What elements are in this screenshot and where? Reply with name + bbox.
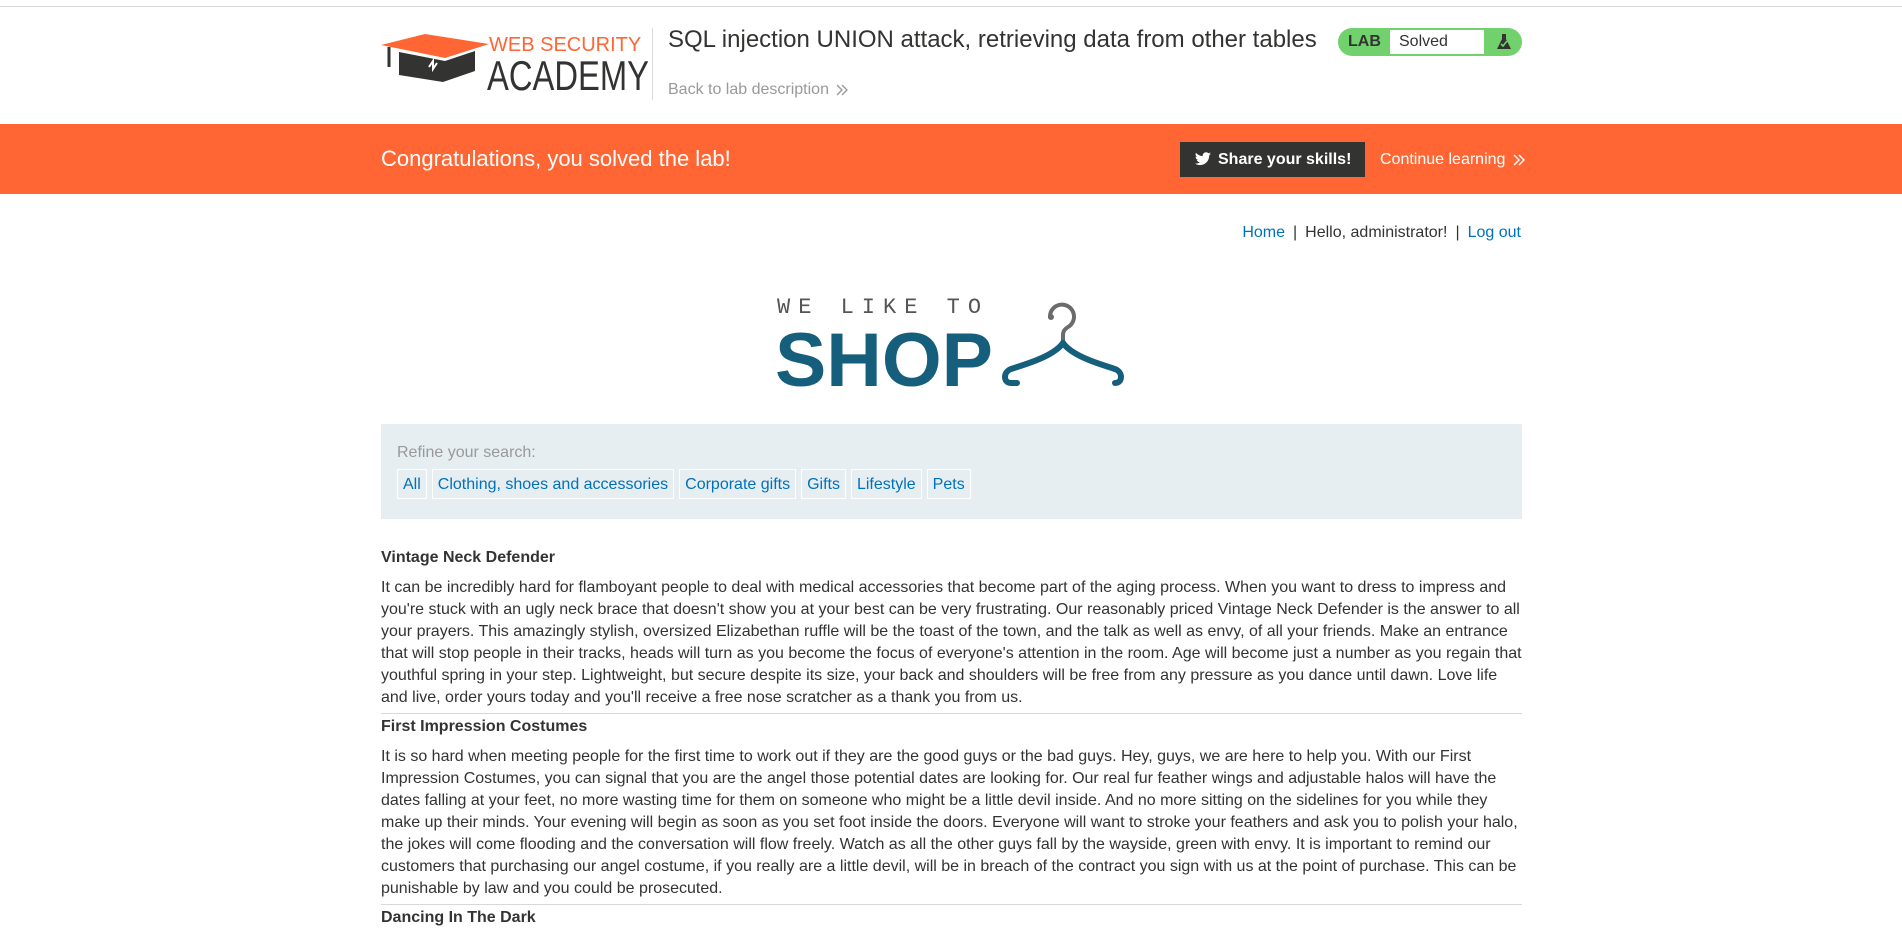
lab-title: SQL injection UNION attack, retrieving d… xyxy=(668,26,1317,53)
logo-divider xyxy=(652,28,653,100)
product-list: Vintage Neck Defender It can be incredib… xyxy=(381,545,1522,929)
flask-icon xyxy=(1497,34,1511,49)
top-rule xyxy=(0,6,1902,7)
academy-logo[interactable]: WEB SECURITY ACADEMY xyxy=(381,31,649,97)
category-corporate-gifts[interactable]: Corporate gifts xyxy=(679,469,797,499)
double-chevron-right-icon xyxy=(836,84,849,96)
nav-separator: | xyxy=(1293,224,1298,241)
shop-tagline: WE LIKE TO xyxy=(777,295,989,320)
nav-separator: | xyxy=(1455,224,1460,241)
back-to-lab-description-link[interactable]: Back to lab description xyxy=(668,81,849,99)
product-name: First Impression Costumes xyxy=(381,718,588,735)
home-link[interactable]: Home xyxy=(1242,224,1285,241)
filter-label: Refine your search: xyxy=(397,444,536,461)
category-clothing[interactable]: Clothing, shoes and accessories xyxy=(431,469,675,499)
solved-banner: Congratulations, you solved the lab! Sha… xyxy=(0,124,1902,194)
category-all[interactable]: All xyxy=(397,469,427,499)
product-item: Dancing In The Dark xyxy=(381,905,1522,929)
product-description: It is so hard when meeting people for th… xyxy=(381,748,1518,897)
continue-learning-label: Continue learning xyxy=(1380,151,1506,168)
category-gifts[interactable]: Gifts xyxy=(801,469,846,499)
academy-header: WEB SECURITY ACADEMY SQL injection UNION… xyxy=(381,26,1522,106)
shop-logo: WE LIKE TO SHOP xyxy=(775,295,1124,393)
product-name: Vintage Neck Defender xyxy=(381,549,555,566)
product-description: It can be incredibly hard for flamboyant… xyxy=(381,579,1522,706)
share-skills-label: Share your skills! xyxy=(1218,151,1352,168)
graduation-cap-icon xyxy=(381,34,489,82)
category-lifestyle[interactable]: Lifestyle xyxy=(850,469,922,499)
product-item: First Impression Costumes It is so hard … xyxy=(381,714,1522,905)
product-item: Vintage Neck Defender It can be incredib… xyxy=(381,545,1522,714)
product-name: Dancing In The Dark xyxy=(381,909,536,926)
account-nav: Home | Hello, administrator! | Log out xyxy=(1242,224,1521,242)
share-skills-button[interactable]: Share your skills! xyxy=(1180,142,1365,177)
banner-message: Congratulations, you solved the lab! xyxy=(381,146,731,171)
double-chevron-right-icon xyxy=(1513,154,1525,166)
continue-learning-link[interactable]: Continue learning xyxy=(1380,151,1526,169)
lab-state: Solved xyxy=(1390,30,1484,54)
category-pets[interactable]: Pets xyxy=(926,469,971,499)
shop-name: SHOP xyxy=(775,318,993,393)
logout-link[interactable]: Log out xyxy=(1468,224,1521,241)
lab-badge-label: LAB xyxy=(1348,33,1381,50)
hanger-icon xyxy=(1002,302,1124,386)
twitter-icon xyxy=(1195,152,1211,166)
category-list: All Clothing, shoes and accessories Corp… xyxy=(397,469,971,499)
greeting: Hello, administrator! xyxy=(1305,224,1448,241)
back-link-label: Back to lab description xyxy=(668,81,829,98)
logo-bottom-text: ACADEMY xyxy=(487,52,649,97)
category-filter: Refine your search: All Clothing, shoes … xyxy=(381,424,1522,519)
lab-status-badge: LAB Solved xyxy=(1338,28,1522,56)
